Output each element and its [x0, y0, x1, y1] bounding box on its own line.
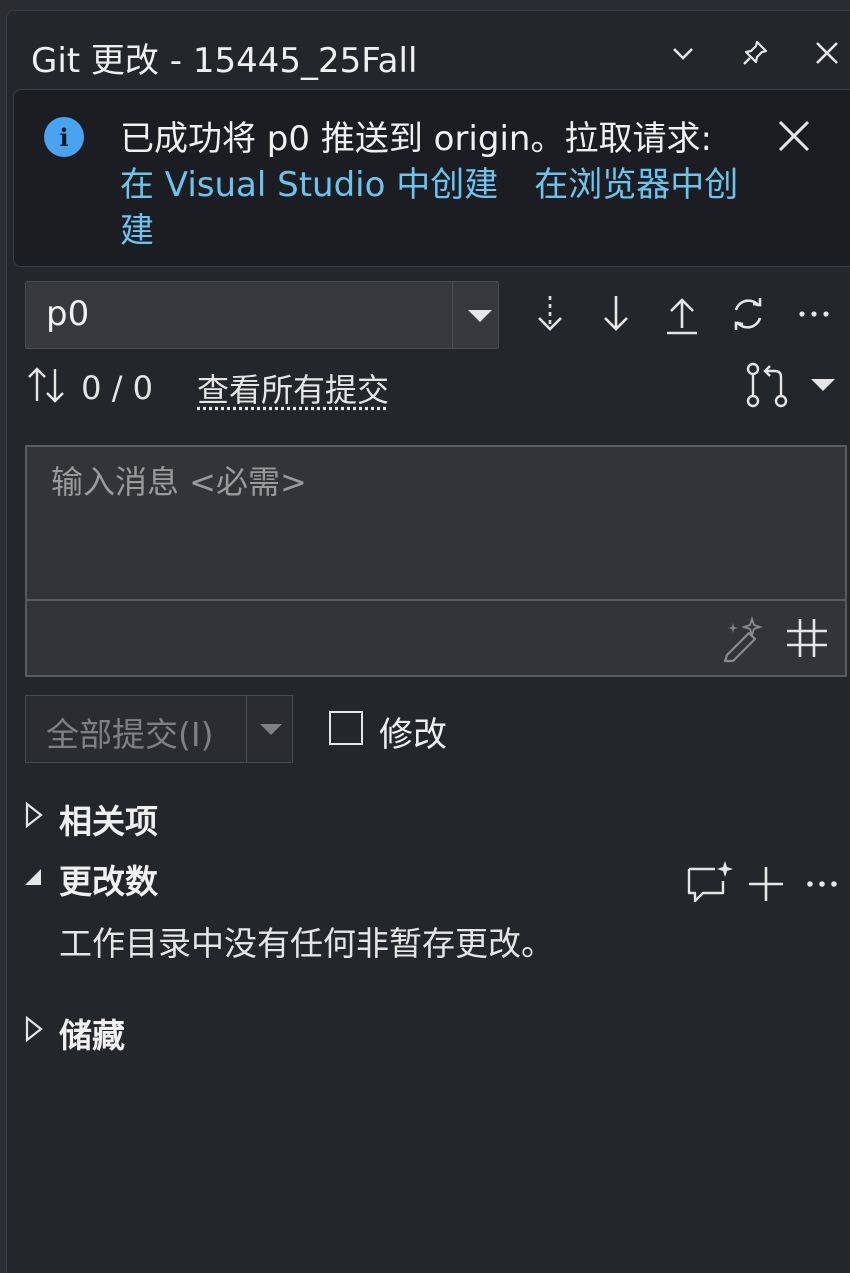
close-icon[interactable] — [809, 35, 845, 71]
notification-text: 已成功将 p0 推送到 origin。拉取请求: 在 Visual Studio… — [120, 116, 760, 254]
dismiss-notification-icon[interactable] — [774, 116, 814, 156]
commit-message-input[interactable] — [27, 447, 845, 597]
commit-all-button[interactable]: 全部提交(I) — [25, 695, 293, 763]
amend-checkbox[interactable] — [329, 711, 363, 745]
generate-message-sparkle-icon[interactable] — [719, 613, 767, 663]
info-icon: i — [44, 117, 84, 157]
fetch-icon[interactable] — [527, 289, 573, 339]
branch-name: p0 — [46, 294, 89, 334]
collapse-changes-icon[interactable] — [21, 861, 43, 889]
push-notification: i 已成功将 p0 推送到 origin。拉取请求: 在 Visual Stud… — [13, 89, 850, 267]
chevron-down-icon[interactable] — [665, 35, 701, 71]
push-icon[interactable] — [659, 289, 705, 339]
commit-message-box — [25, 445, 847, 677]
branch-dropdown[interactable]: p0 — [25, 281, 499, 349]
ai-chat-sparkle-icon[interactable] — [685, 859, 735, 909]
window-title: Git 更改 - 15445_25Fall — [31, 33, 417, 82]
more-icon[interactable] — [791, 289, 837, 339]
sync-count: 0 / 0 — [25, 365, 153, 407]
section-changes[interactable]: 更改数 — [59, 855, 158, 903]
section-related[interactable]: 相关项 — [59, 795, 158, 843]
view-all-commits-link[interactable]: 查看所有提交 — [197, 365, 389, 411]
incoming-outgoing-icon — [25, 365, 71, 405]
dropdown-divider — [452, 282, 453, 348]
pull-request-caret-icon[interactable] — [807, 375, 839, 395]
no-changes-message: 工作目录中没有任何非暂存更改。 — [59, 917, 554, 965]
stage-all-plus-icon[interactable] — [741, 859, 791, 909]
amend-label: 修改 — [379, 707, 447, 756]
pull-request-icon[interactable] — [743, 361, 793, 409]
git-changes-window: Git 更改 - 15445_25Fall i 已成功将 p0 推送到 orig… — [6, 10, 850, 1273]
expand-stashes-icon[interactable] — [23, 1015, 45, 1043]
expand-related-icon[interactable] — [23, 801, 45, 829]
caret-down-icon[interactable] — [462, 302, 498, 328]
sync-status-row: 0 / 0 查看所有提交 — [25, 359, 845, 409]
commit-options-caret-icon[interactable] — [256, 716, 286, 742]
title-bar: Git 更改 - 15445_25Fall — [7, 11, 850, 89]
message-divider — [27, 599, 845, 601]
commit-button-divider — [246, 696, 247, 762]
pull-icon[interactable] — [593, 289, 639, 339]
pin-icon[interactable] — [737, 35, 773, 71]
notification-message: 已成功将 p0 推送到 origin。拉取请求: — [120, 119, 712, 159]
section-stashes[interactable]: 储藏 — [59, 1009, 125, 1057]
commit-all-label: 全部提交(I) — [46, 708, 213, 756]
changes-more-icon[interactable] — [797, 859, 847, 909]
sync-icon[interactable] — [725, 289, 771, 339]
hash-reference-icon[interactable] — [783, 615, 831, 661]
sync-count-value: 0 / 0 — [81, 369, 153, 407]
create-in-vs-link[interactable]: 在 Visual Studio 中创建 — [120, 165, 498, 205]
